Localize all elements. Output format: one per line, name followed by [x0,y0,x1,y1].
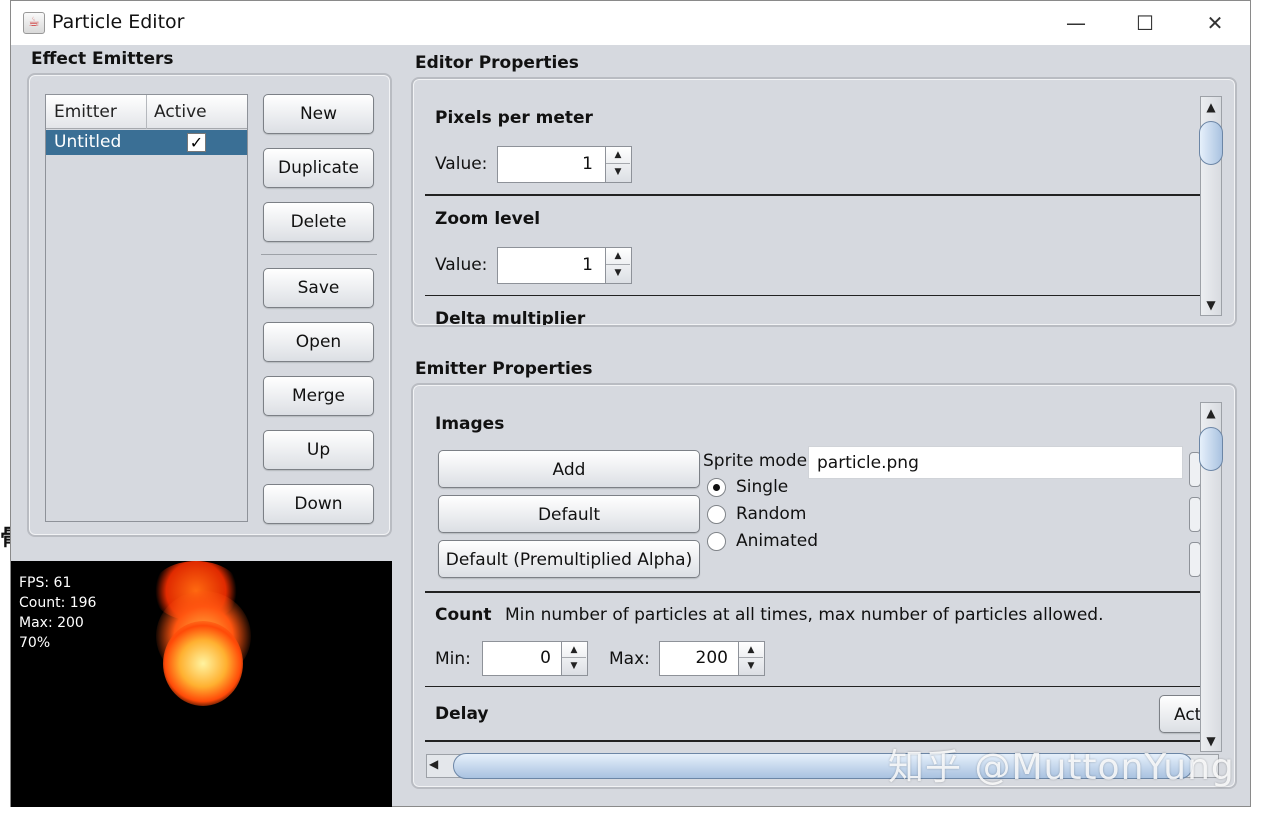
spinner-value[interactable]: 1 [582,255,593,275]
section-divider [425,295,1201,296]
spinner-value[interactable]: 0 [540,648,551,668]
pixels-per-meter-spinner[interactable]: 1 ▲ ▼ [497,146,632,183]
fps-readout: FPS: 61 [19,575,72,591]
emitter-properties-panel: Images Add Default Default (Premultiplie… [411,383,1237,789]
pixels-per-meter-value-label: Value: [435,154,488,174]
radio-animated[interactable] [707,532,726,551]
spinner-down-icon[interactable]: ▼ [562,658,586,674]
default-image-button[interactable]: Default [438,495,700,533]
maximize-button[interactable]: ☐ [1123,7,1167,39]
spinner-value[interactable]: 200 [696,648,728,668]
emitter-properties-scrollbar[interactable]: ▲ ▼ [1199,402,1223,752]
particle-flame [163,621,243,706]
add-image-button[interactable]: Add [438,450,700,488]
zoom-level-label: Zoom level [435,209,541,229]
save-button[interactable]: Save [263,268,374,308]
pixels-per-meter-label: Pixels per meter [435,108,593,128]
sprite-mode-label: Sprite mode: [703,451,813,471]
delete-button[interactable]: Delete [263,202,374,242]
radio-random[interactable] [707,505,726,524]
button-divider [261,254,377,255]
sprite-file-name[interactable]: particle.png [817,453,919,473]
emitter-table[interactable]: Emitter Active Untitled ✓ [45,94,248,522]
radio-animated-label[interactable]: Animated [736,531,818,551]
default-premultiplied-button[interactable]: Default (Premultiplied Alpha) [438,540,700,578]
scroll-up-icon[interactable]: ▲ [1201,403,1221,423]
title-bar: ☕ Particle Editor — ☐ ✕ [11,1,1250,45]
section-divider [425,591,1201,593]
percent-readout: 70% [19,635,51,651]
emitter-name[interactable]: Untitled [54,132,121,152]
effect-emitters-title: Effect Emitters [31,49,174,69]
scroll-up-icon[interactable]: ▲ [1201,97,1221,117]
zoom-level-value-label: Value: [435,255,488,275]
java-app-icon: ☕ [23,12,45,34]
spinner-down-icon[interactable]: ▼ [739,658,763,674]
active-checkbox[interactable]: ✓ [187,133,206,152]
zoom-level-spinner[interactable]: 1 ▲ ▼ [497,247,632,284]
spinner-down-icon[interactable]: ▼ [606,265,630,282]
count-max-label: Max: [609,649,650,669]
up-button[interactable]: Up [263,430,374,470]
sprite-file-field[interactable]: particle.png [808,446,1183,479]
section-divider [425,686,1201,687]
scrollbar-thumb[interactable] [1199,121,1223,165]
emitter-properties-title: Emitter Properties [415,359,593,379]
window-title: Particle Editor [52,11,185,33]
open-button[interactable]: Open [263,322,374,362]
merge-button[interactable]: Merge [263,376,374,416]
spinner-up-icon[interactable]: ▲ [606,248,630,265]
table-header: Emitter Active [46,95,247,129]
table-row[interactable]: Untitled ✓ [46,130,247,155]
images-label: Images [435,414,505,434]
count-label: Count [435,605,492,625]
delta-multiplier-label: Delta multiplier [435,309,586,327]
minimize-button[interactable]: — [1054,7,1098,39]
spinner-up-icon[interactable]: ▲ [606,147,630,164]
watermark: 知乎 @MuttonYung [888,747,1235,788]
close-button[interactable]: ✕ [1193,7,1237,39]
count-description: Min number of particles at all times, ma… [505,605,1104,625]
scroll-down-icon[interactable]: ▼ [1201,295,1221,315]
max-readout: Max: 200 [19,615,84,631]
down-button[interactable]: Down [263,484,374,524]
editor-properties-title: Editor Properties [415,53,579,73]
spinner-up-icon[interactable]: ▲ [739,642,763,658]
editor-properties-panel: Pixels per meter Value: 1 ▲ ▼ Zoom level … [411,77,1237,327]
count-max-spinner[interactable]: 200 ▲ ▼ [659,641,765,676]
duplicate-button[interactable]: Duplicate [263,148,374,188]
spinner-up-icon[interactable]: ▲ [562,642,586,658]
particle-editor-window: ☕ Particle Editor — ☐ ✕ Effect Emitters … [10,0,1251,807]
new-button[interactable]: New [263,94,374,134]
count-min-label: Min: [435,649,471,669]
count-min-spinner[interactable]: 0 ▲ ▼ [482,641,588,676]
section-divider [425,194,1201,196]
spinner-value[interactable]: 1 [582,154,593,174]
column-header-emitter[interactable]: Emitter [54,102,117,122]
radio-single[interactable] [707,478,726,497]
effect-preview-canvas[interactable]: FPS: 61 Count: 196 Max: 200 70% [11,561,392,807]
delay-label: Delay [435,704,489,724]
radio-single-label[interactable]: Single [736,477,788,497]
column-header-active[interactable]: Active [154,102,207,122]
spinner-down-icon[interactable]: ▼ [606,164,630,181]
count-readout: Count: 196 [19,595,97,611]
scroll-left-icon[interactable]: ◀ [429,757,438,771]
radio-random-label[interactable]: Random [736,504,806,524]
scrollbar-thumb[interactable] [1199,427,1223,471]
editor-properties-scrollbar[interactable]: ▲ ▼ [1199,96,1223,316]
